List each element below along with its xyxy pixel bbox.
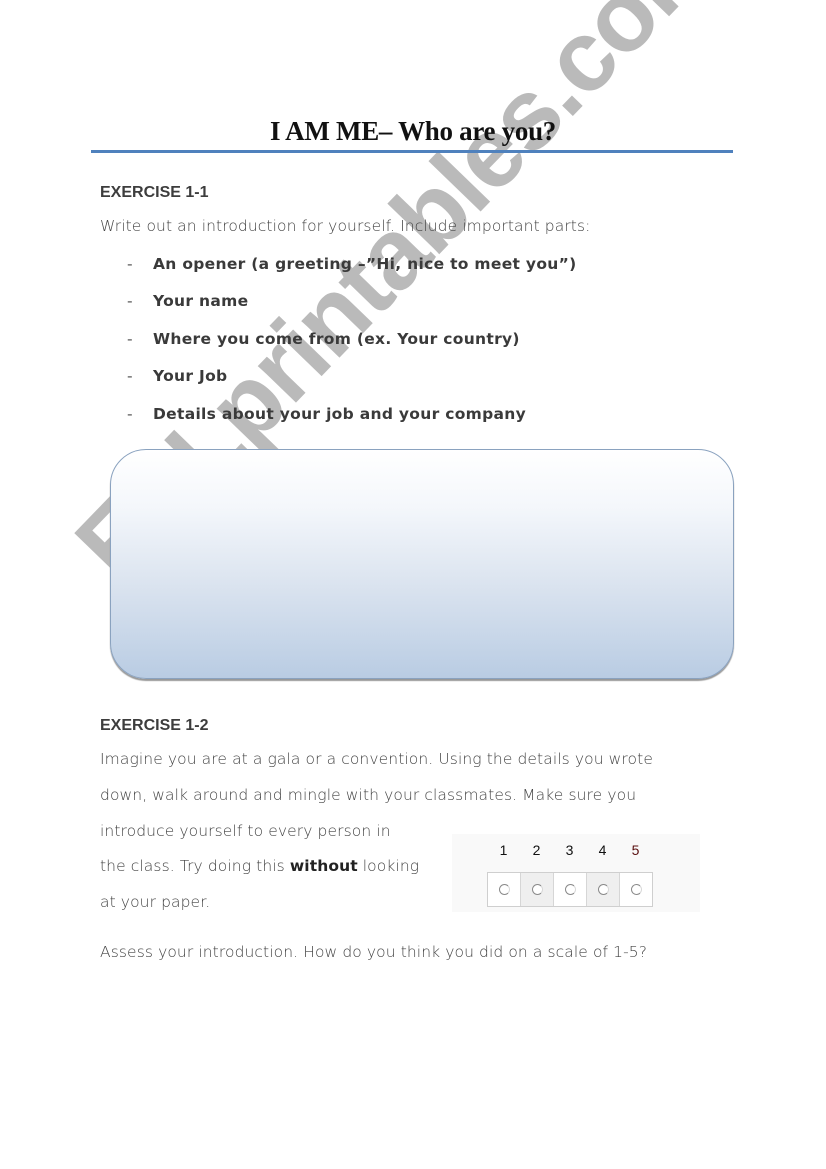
bullet-dash: - xyxy=(127,367,133,385)
rating-cell-3 xyxy=(554,873,587,906)
list-item: - An opener (a greeting –”Hi, nice to mee… xyxy=(127,255,577,273)
bullet-dash: - xyxy=(127,330,133,348)
rating-labels: 1 2 3 4 5 xyxy=(487,842,652,858)
rating-cell-2 xyxy=(521,873,554,906)
rating-label-4: 4 xyxy=(598,842,607,858)
list-item: - Your name xyxy=(127,292,249,310)
answer-writing-box[interactable] xyxy=(110,449,734,679)
exercise-1-heading: EXERCISE 1-1 xyxy=(100,184,209,201)
exercise-2-line: the class. Try doing this without lookin… xyxy=(100,857,420,875)
rating-label-5: 5 xyxy=(631,842,640,858)
list-item: - Details about your job and your company xyxy=(127,405,527,423)
exercise-2-line: Imagine you are at a gala or a conventio… xyxy=(100,750,653,768)
bullet-dash: - xyxy=(127,405,133,423)
rating-radio-4[interactable] xyxy=(597,884,609,895)
title-rule xyxy=(91,150,733,153)
bullet-dash: - xyxy=(127,292,133,310)
assess-prompt: Assess your introduction. How do you thi… xyxy=(100,943,648,961)
exercise-1-instruction: Write out an introduction for yourself. … xyxy=(100,217,591,235)
rating-cell-5 xyxy=(620,873,652,906)
list-item: - Where you come from (ex. Your country) xyxy=(127,330,520,348)
rating-radio-2[interactable] xyxy=(531,884,543,895)
emphasis-without: without xyxy=(289,857,358,875)
rating-cell-4 xyxy=(587,873,620,906)
rating-label-1: 1 xyxy=(499,842,508,858)
rating-cell-1 xyxy=(488,873,521,906)
rating-label-2: 2 xyxy=(532,842,541,858)
list-item: - Your Job xyxy=(127,367,228,385)
rating-label-3: 3 xyxy=(565,842,574,858)
rating-radio-5[interactable] xyxy=(630,884,642,895)
rating-radio-1[interactable] xyxy=(498,884,510,895)
page-title: I AM ME– Who are you? xyxy=(270,116,556,146)
exercise-2-line: introduce yourself to every person in xyxy=(100,822,391,840)
bullet-dash: - xyxy=(127,255,133,273)
exercise-2-line: down, walk around and mingle with your c… xyxy=(100,786,637,804)
exercise-2-heading: EXERCISE 1-2 xyxy=(100,717,209,734)
exercise-2-line: at your paper. xyxy=(100,893,211,911)
rating-scale: 1 2 3 4 5 xyxy=(452,834,700,912)
rating-options xyxy=(487,872,653,907)
rating-radio-3[interactable] xyxy=(564,884,576,895)
